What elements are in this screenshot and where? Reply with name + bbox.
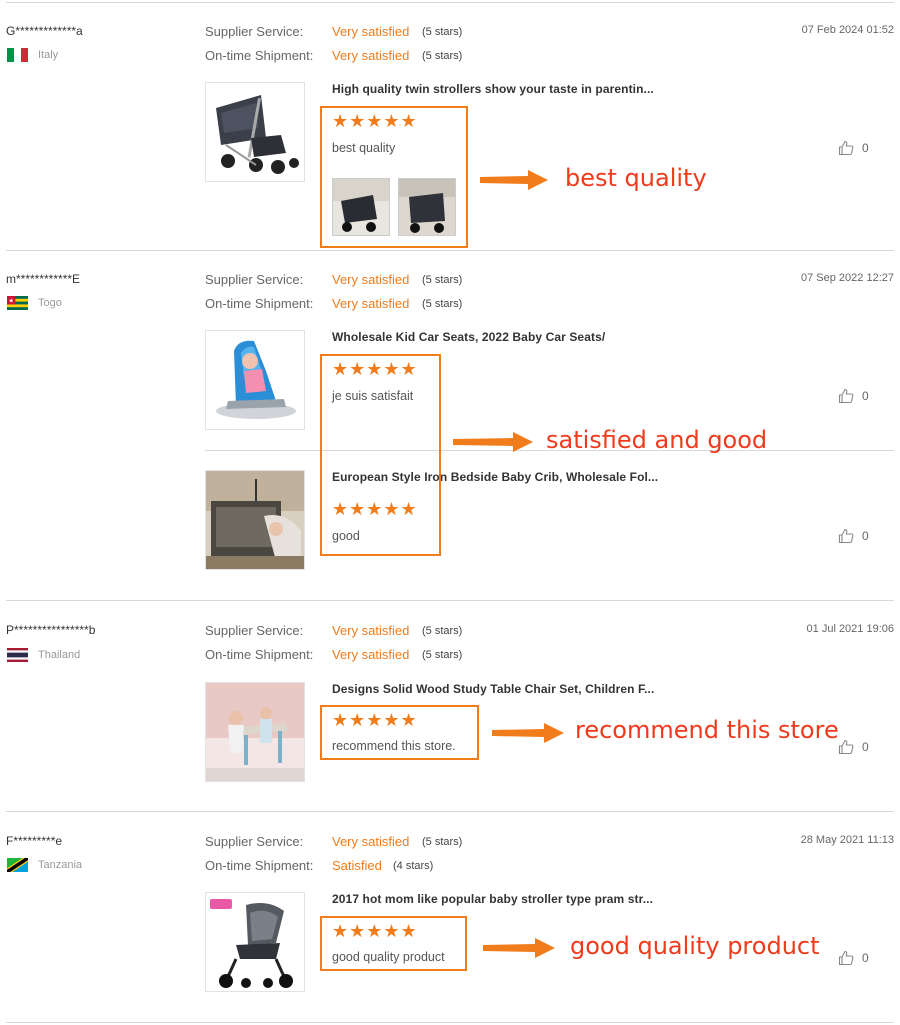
ontime-shipment-stars: (4 stars) [393,860,434,872]
review-date: 07 Sep 2022 12:27 [801,272,894,284]
thumbs-up-icon [838,528,854,544]
supplier-service-stars: (5 stars) [422,274,463,286]
supplier-service-label: Supplier Service: [205,623,304,638]
annotation-highlight-box [320,916,467,971]
annotation-highlight-box [320,705,479,760]
like-button[interactable]: 0 [838,950,869,966]
ontime-shipment-rating: Very satisfied [332,48,410,63]
review-divider [6,811,894,812]
buyer-name: G*************a [6,24,83,38]
review-date: 28 May 2021 11:13 [800,834,894,846]
like-count: 0 [862,951,869,965]
baby-stroller-image[interactable] [205,892,305,992]
supplier-service-rating: Very satisfied [332,24,410,39]
ontime-shipment-label: On-time Shipment: [205,296,314,311]
buyer-country: Tanzania [7,858,82,872]
like-button[interactable]: 0 [838,528,869,544]
ontime-shipment-stars: (5 stars) [422,298,463,310]
like-count: 0 [862,141,869,155]
supplier-service-stars: (5 stars) [422,26,463,38]
annotation-text: good quality product [570,932,820,960]
annotation-arrow-icon [492,723,564,743]
twin-stroller-image[interactable] [205,82,305,182]
review-date: 07 Feb 2024 01:52 [801,24,894,36]
review-divider [6,1022,894,1023]
like-count: 0 [862,529,869,543]
like-button[interactable]: 0 [838,140,869,156]
italy-flag-icon [7,48,28,62]
supplier-service-rating: Very satisfied [332,834,410,849]
ontime-shipment-label: On-time Shipment: [205,647,314,662]
thailand-flag-icon [7,648,28,662]
country-name: Tanzania [38,859,83,871]
thumbs-up-icon [838,388,854,404]
ontime-shipment-rating: Satisfied [332,858,382,873]
tanzania-flag-icon [7,858,28,872]
country-name: Italy [38,49,59,61]
review-divider [6,2,894,3]
togo-flag-icon: ★ [7,296,28,310]
product-title-link[interactable]: Designs Solid Wood Study Table Chair Set… [332,682,654,696]
ontime-shipment-rating: Very satisfied [332,296,410,311]
buyer-country: Thailand [7,648,80,662]
ontime-shipment-stars: (5 stars) [422,50,463,62]
supplier-service-stars: (5 stars) [422,625,463,637]
review-divider [6,250,894,251]
product-title-link[interactable]: 2017 hot mom like popular baby stroller … [332,892,653,906]
study-table-image[interactable] [205,682,305,782]
product-title-link[interactable]: Wholesale Kid Car Seats, 2022 Baby Car S… [332,330,605,344]
buyer-country: Italy [7,48,58,62]
buyer-name: P****************b [6,623,96,637]
supplier-service-label: Supplier Service: [205,272,304,287]
thumbs-up-icon [838,950,854,966]
supplier-service-label: Supplier Service: [205,834,304,849]
like-button[interactable]: 0 [838,388,869,404]
svg-text:★: ★ [9,298,14,305]
annotation-arrow-icon [483,938,555,958]
like-button[interactable]: 0 [838,739,869,755]
annotation-text: satisfied and good [546,426,768,454]
review-divider [6,600,894,601]
annotation-highlight-box [320,106,468,248]
annotation-text: recommend this store [575,716,839,744]
annotation-arrow-icon [453,432,533,452]
supplier-service-rating: Very satisfied [332,623,410,638]
like-count: 0 [862,389,869,403]
annotation-highlight-box [320,354,441,556]
ontime-shipment-label: On-time Shipment: [205,48,314,63]
baby-crib-image[interactable] [205,470,305,570]
thumbs-up-icon [838,739,854,755]
annotation-text: best quality [565,164,707,192]
review-date: 01 Jul 2021 19:06 [806,623,894,635]
ontime-shipment-label: On-time Shipment: [205,858,314,873]
supplier-service-label: Supplier Service: [205,24,304,39]
supplier-service-rating: Very satisfied [332,272,410,287]
country-name: Togo [38,297,62,309]
car-seat-image[interactable] [205,330,305,430]
thumbs-up-icon [838,140,854,156]
ontime-shipment-rating: Very satisfied [332,647,410,662]
product-title-link[interactable]: High quality twin strollers show your ta… [332,82,654,96]
buyer-country: ★ Togo [7,296,62,310]
buyer-name: m************E [6,272,81,286]
like-count: 0 [862,740,869,754]
ontime-shipment-stars: (5 stars) [422,649,463,661]
annotation-arrow-icon [480,170,548,190]
supplier-service-stars: (5 stars) [422,836,463,848]
buyer-name: F*********e [6,834,63,848]
country-name: Thailand [38,649,81,661]
